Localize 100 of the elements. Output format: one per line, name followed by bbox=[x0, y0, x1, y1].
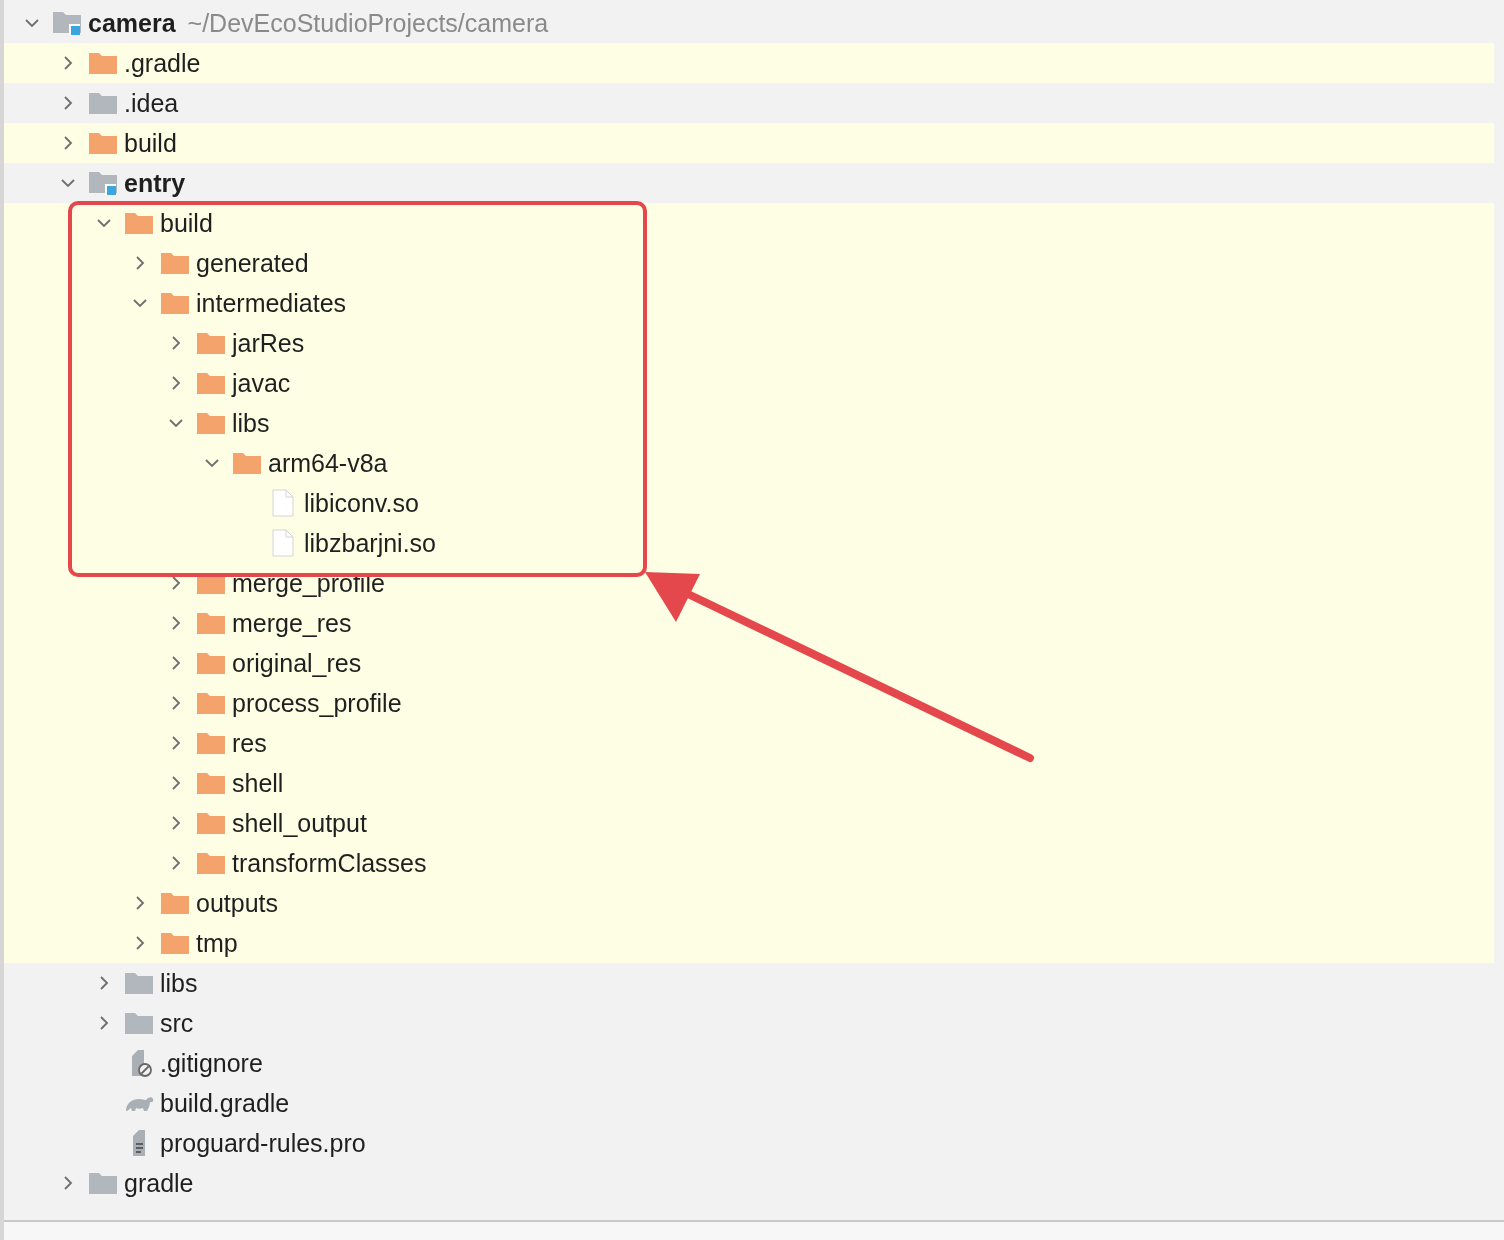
item-name: build bbox=[124, 128, 177, 158]
folder-icon bbox=[160, 931, 190, 955]
item-name: original_res bbox=[232, 648, 362, 678]
chevron-icon[interactable] bbox=[169, 416, 183, 430]
item-name: .gradle bbox=[124, 48, 201, 78]
chevron-icon[interactable] bbox=[169, 336, 183, 350]
chevron-icon[interactable] bbox=[169, 856, 183, 870]
tree-row[interactable]: build bbox=[4, 123, 1494, 163]
folder-icon bbox=[88, 1171, 118, 1195]
tree-row[interactable]: jarRes bbox=[4, 323, 1494, 363]
tree-row[interactable]: libiconv.so bbox=[4, 483, 1494, 523]
chevron-icon[interactable] bbox=[97, 976, 111, 990]
folder-icon bbox=[160, 291, 190, 315]
folder-icon bbox=[196, 411, 226, 435]
folder-icon bbox=[232, 451, 262, 475]
chevron-icon[interactable] bbox=[169, 776, 183, 790]
chevron-icon[interactable] bbox=[133, 936, 147, 950]
folder-icon bbox=[124, 1011, 154, 1035]
tree-row[interactable]: generated bbox=[4, 243, 1494, 283]
item-name: libzbarjni.so bbox=[304, 528, 436, 558]
item-name: res bbox=[232, 728, 267, 758]
tree-row[interactable]: res bbox=[4, 723, 1494, 763]
chevron-icon[interactable] bbox=[25, 16, 39, 30]
item-name: transformClasses bbox=[232, 848, 427, 878]
item-name: src bbox=[160, 1008, 194, 1038]
item-name: arm64-v8a bbox=[268, 448, 388, 478]
folder-icon bbox=[124, 971, 154, 995]
item-name: libs bbox=[160, 968, 198, 998]
chevron-icon[interactable] bbox=[61, 56, 75, 70]
folder-icon bbox=[88, 131, 118, 155]
chevron-icon[interactable] bbox=[61, 96, 75, 110]
tree-row[interactable]: libs bbox=[4, 403, 1494, 443]
tree-row[interactable]: shell_output bbox=[4, 803, 1494, 843]
tree-row[interactable]: transformClasses bbox=[4, 843, 1494, 883]
item-name: intermediates bbox=[196, 288, 347, 318]
tree-row[interactable]: javac bbox=[4, 363, 1494, 403]
folder-icon bbox=[196, 851, 226, 875]
module-folder-icon bbox=[52, 10, 82, 36]
chevron-icon[interactable] bbox=[169, 696, 183, 710]
chevron-icon[interactable] bbox=[133, 896, 147, 910]
project-path: ~/DevEcoStudioProjects/camera bbox=[187, 8, 549, 38]
item-name: gradle bbox=[124, 1168, 194, 1198]
module-folder-icon bbox=[88, 170, 118, 196]
item-name: merge_res bbox=[232, 608, 352, 638]
chevron-icon[interactable] bbox=[169, 376, 183, 390]
folder-icon bbox=[196, 811, 226, 835]
chevron-icon[interactable] bbox=[97, 1016, 111, 1030]
item-name: build.gradle bbox=[160, 1088, 290, 1118]
chevron-icon[interactable] bbox=[169, 656, 183, 670]
tree-row[interactable]: merge_res bbox=[4, 603, 1494, 643]
item-name: build bbox=[160, 208, 213, 238]
tree-row[interactable]: original_res bbox=[4, 643, 1494, 683]
chevron-icon[interactable] bbox=[169, 576, 183, 590]
item-name: .gitignore bbox=[160, 1048, 263, 1078]
folder-icon bbox=[196, 771, 226, 795]
chevron-icon[interactable] bbox=[61, 136, 75, 150]
chevron-icon[interactable] bbox=[97, 216, 111, 230]
folder-icon bbox=[88, 91, 118, 115]
item-name: camera bbox=[88, 8, 176, 38]
chevron-icon[interactable] bbox=[169, 616, 183, 630]
tree-row[interactable]: .gradle bbox=[4, 43, 1494, 83]
item-name: merge_profile bbox=[232, 568, 385, 598]
tree-row[interactable]: libzbarjni.so bbox=[4, 523, 1494, 563]
chevron-icon[interactable] bbox=[133, 256, 147, 270]
tree-row[interactable]: tmp bbox=[4, 923, 1494, 963]
item-name: shell bbox=[232, 768, 284, 798]
tree-row[interactable]: arm64-v8a bbox=[4, 443, 1494, 483]
item-name: entry bbox=[124, 168, 186, 198]
tree-row[interactable]: build bbox=[4, 203, 1494, 243]
item-name: outputs bbox=[196, 888, 278, 918]
chevron-icon[interactable] bbox=[169, 736, 183, 750]
item-name: javac bbox=[232, 368, 291, 398]
folder-icon bbox=[196, 611, 226, 635]
folder-icon bbox=[196, 731, 226, 755]
folder-icon bbox=[124, 211, 154, 235]
folder-icon bbox=[196, 691, 226, 715]
folder-icon bbox=[160, 251, 190, 275]
tree-row[interactable]: merge_profile bbox=[4, 563, 1494, 603]
chevron-icon[interactable] bbox=[61, 1176, 75, 1190]
folder-icon bbox=[196, 651, 226, 675]
item-name: libiconv.so bbox=[304, 488, 419, 518]
tree-row[interactable]: shell bbox=[4, 763, 1494, 803]
folder-icon bbox=[88, 51, 118, 75]
item-name: generated bbox=[196, 248, 309, 278]
chevron-icon[interactable] bbox=[61, 176, 75, 190]
item-name: .idea bbox=[124, 88, 179, 118]
tree-row[interactable]: intermediates bbox=[4, 283, 1494, 323]
item-name: tmp bbox=[196, 928, 238, 958]
folder-icon bbox=[160, 891, 190, 915]
chevron-icon[interactable] bbox=[169, 816, 183, 830]
tree-row[interactable]: outputs bbox=[4, 883, 1494, 923]
item-name: libs bbox=[232, 408, 270, 438]
folder-icon bbox=[196, 331, 226, 355]
chevron-icon[interactable] bbox=[133, 296, 147, 310]
item-name: jarRes bbox=[232, 328, 305, 358]
item-name: shell_output bbox=[232, 808, 367, 838]
chevron-icon[interactable] bbox=[205, 456, 219, 470]
item-name: process_profile bbox=[232, 688, 402, 718]
tree-row[interactable]: process_profile bbox=[4, 683, 1494, 723]
folder-icon bbox=[196, 371, 226, 395]
